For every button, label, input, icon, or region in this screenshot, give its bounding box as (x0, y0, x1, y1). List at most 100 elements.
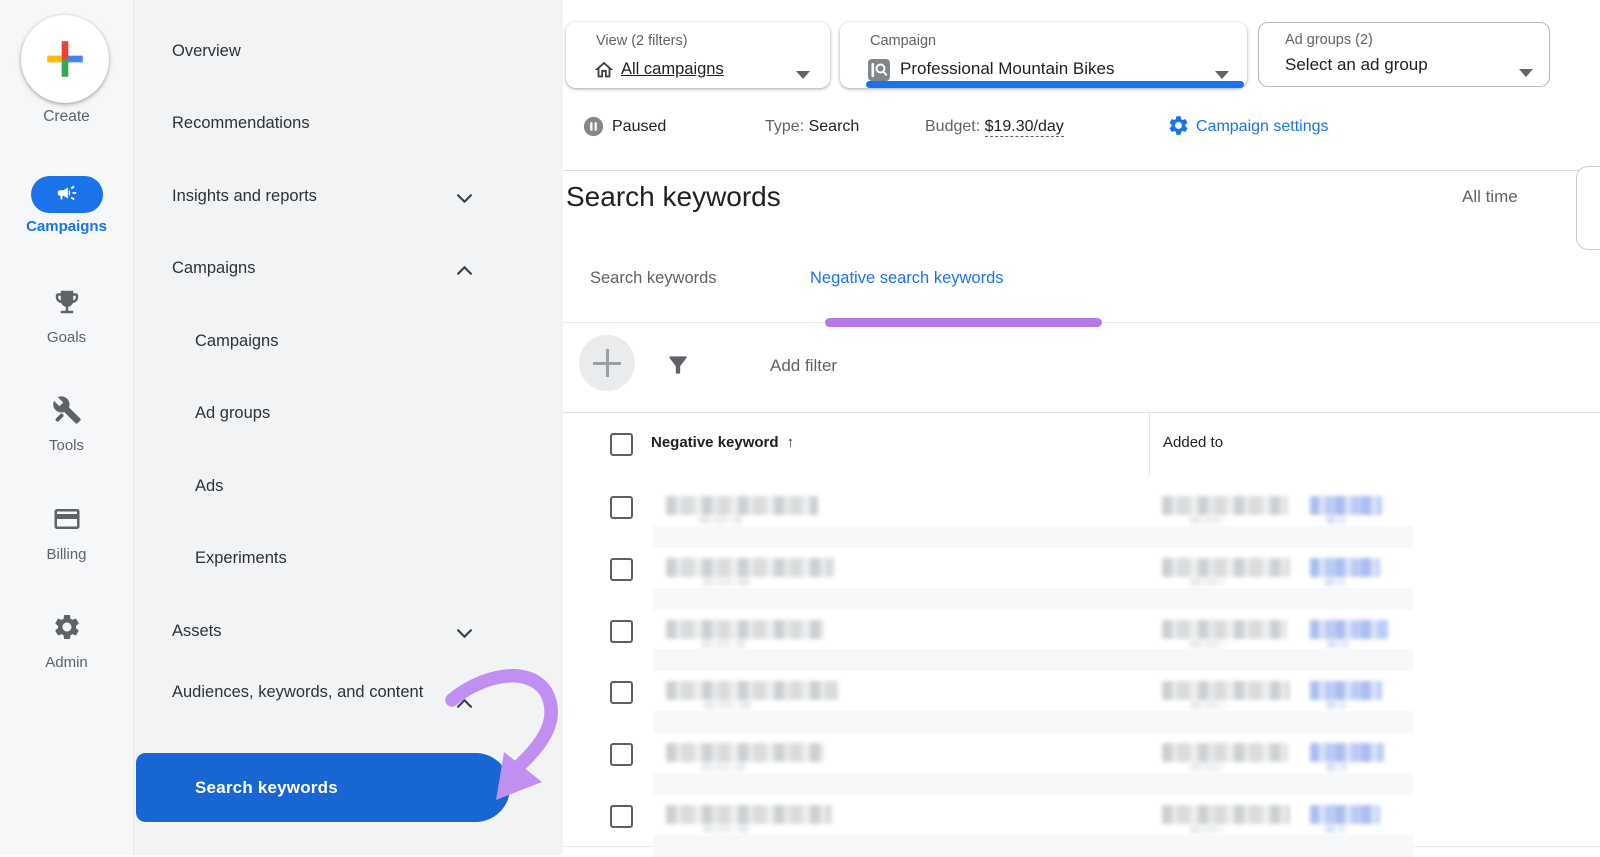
paused-status-icon (583, 116, 604, 137)
nav-item-audiences-keywords-content[interactable]: Audiences, keywords, and content (134, 677, 563, 743)
google-ads-app: { "colors": { "accent_blue": "#1a73e8", … (0, 0, 1600, 855)
view-filter-value: All campaigns (621, 60, 724, 79)
add-filter-button[interactable]: Add filter (770, 356, 837, 376)
campaign-settings-link[interactable]: Campaign settings (1196, 118, 1329, 136)
nav-label: Ads (195, 477, 223, 496)
tools-icon (0, 395, 133, 433)
redacted-added-to (1162, 805, 1290, 824)
sidebar-label-tools: Tools (0, 437, 133, 454)
blur-halo-band (653, 773, 1413, 795)
row-checkbox[interactable] (610, 496, 633, 519)
campaign-search-icon (867, 58, 891, 82)
redacted-added-to-link[interactable] (1310, 496, 1382, 515)
blur-halo-band (653, 649, 1413, 671)
redacted-negative-keyword (666, 496, 818, 515)
page-title: Search keywords (566, 181, 781, 213)
credit-card-icon (0, 504, 133, 542)
redacted-negative-keyword (666, 620, 824, 639)
dropdown-caret-icon (796, 71, 810, 79)
redacted-added-to-link[interactable] (1310, 805, 1380, 824)
redacted-negative-keyword (666, 558, 834, 577)
campaign-nav-panel: Overview Recommendations Insights and re… (134, 0, 563, 855)
blur-halo-band (653, 526, 1413, 548)
row-checkbox[interactable] (610, 805, 633, 828)
budget-value[interactable]: $19.30/day (985, 118, 1064, 137)
ad-group-selector-dropdown[interactable]: Ad groups (2) Select an ad group (1258, 22, 1550, 87)
type-value: Search (809, 118, 860, 135)
type-label: Type: (765, 118, 804, 135)
home-icon (593, 59, 615, 81)
select-all-checkbox[interactable] (610, 433, 633, 456)
redacted-negative-keyword (666, 743, 824, 762)
campaign-budget: Budget: $19.30/day (925, 118, 1064, 136)
dropdown-caret-icon (1519, 69, 1533, 77)
date-range-value[interactable]: All time (1462, 187, 1518, 207)
nav-label: Ad groups (195, 404, 270, 423)
nav-item-overview[interactable]: Overview (134, 42, 563, 72)
table-header: Negative keyword ↑ Added to (563, 412, 1600, 478)
row-checkbox[interactable] (610, 743, 633, 766)
nav-label: Audiences, keywords, and content (172, 677, 452, 708)
column-header-added-to[interactable]: Added to (1163, 434, 1223, 451)
date-range-picker[interactable] (1576, 166, 1600, 250)
view-filter-dropdown[interactable]: View (2 filters) All campaigns (566, 22, 830, 88)
nav-item-campaigns-sub[interactable]: Campaigns (134, 332, 563, 362)
ad-group-selector-label: Ad groups (2) (1285, 32, 1373, 48)
nav-label: Assets (172, 622, 222, 641)
redacted-added-to (1162, 558, 1290, 577)
blur-halo-band (653, 588, 1413, 610)
row-checkbox[interactable] (610, 558, 633, 581)
sidebar-label-admin: Admin (0, 654, 133, 671)
dropdown-caret-icon (1215, 71, 1229, 79)
trophy-icon (0, 287, 133, 325)
redacted-negative-keyword (666, 681, 838, 700)
nav-item-ad-groups[interactable]: Ad groups (134, 404, 563, 434)
nav-item-insights-and-reports[interactable]: Insights and reports (134, 187, 563, 217)
nav-item-ads[interactable]: Ads (134, 477, 563, 507)
nav-label: Campaigns (195, 332, 278, 351)
tab-negative-search-keywords[interactable]: Negative search keywords (810, 269, 1004, 288)
settings-gear-icon (1167, 114, 1190, 137)
filter-funnel-icon[interactable] (665, 352, 691, 378)
tab-search-keywords[interactable]: Search keywords (590, 269, 717, 288)
nav-label: Overview (172, 42, 241, 61)
sidebar-label-billing: Billing (0, 546, 133, 563)
nav-item-search-keywords-active[interactable]: Search keywords (136, 753, 510, 822)
app-sidebar: Create Campaigns Goals Tools (0, 0, 134, 855)
blur-halo-band (653, 835, 1413, 857)
status-badge[interactable]: Paused (612, 118, 666, 136)
sidebar-item-billing[interactable]: Billing (0, 504, 133, 563)
redacted-added-to-link[interactable] (1310, 558, 1380, 577)
sidebar-item-campaigns[interactable]: Campaigns (0, 176, 133, 235)
redacted-added-to-link[interactable] (1310, 743, 1384, 762)
nav-item-recommendations[interactable]: Recommendations (134, 114, 563, 144)
chevron-down-icon (457, 629, 472, 638)
redacted-added-to-link[interactable] (1310, 681, 1382, 700)
column-header-negative-keyword[interactable]: Negative keyword ↑ (651, 434, 794, 451)
sidebar-item-tools[interactable]: Tools (0, 395, 133, 454)
sidebar-item-goals[interactable]: Goals (0, 287, 133, 346)
nav-item-assets[interactable]: Assets (134, 622, 563, 652)
gear-icon (0, 612, 133, 650)
sidebar-item-admin[interactable]: Admin (0, 612, 133, 671)
sort-ascending-icon: ↑ (787, 434, 795, 451)
column-label: Negative keyword (651, 434, 779, 451)
nav-item-experiments[interactable]: Experiments (134, 549, 563, 579)
blur-halo-band (653, 711, 1413, 733)
redacted-added-to-link[interactable] (1310, 620, 1388, 639)
chevron-up-icon (457, 266, 472, 275)
main-content: View (2 filters) All campaigns Campaign … (563, 0, 1600, 855)
nav-label: Insights and reports (172, 187, 317, 206)
row-checkbox[interactable] (610, 681, 633, 704)
megaphone-icon (31, 176, 103, 213)
add-negative-keyword-button[interactable] (579, 335, 635, 391)
campaign-selector-dropdown[interactable]: Campaign Professional Mountain Bikes (840, 22, 1247, 88)
nav-label: Campaigns (172, 259, 255, 278)
row-checkbox[interactable] (610, 620, 633, 643)
redacted-added-to (1162, 620, 1287, 639)
redacted-added-to (1162, 743, 1288, 762)
nav-item-campaigns[interactable]: Campaigns (134, 259, 563, 289)
nav-label: Experiments (195, 549, 287, 568)
redacted-added-to (1162, 496, 1288, 515)
ad-group-selector-value: Select an ad group (1285, 55, 1428, 75)
